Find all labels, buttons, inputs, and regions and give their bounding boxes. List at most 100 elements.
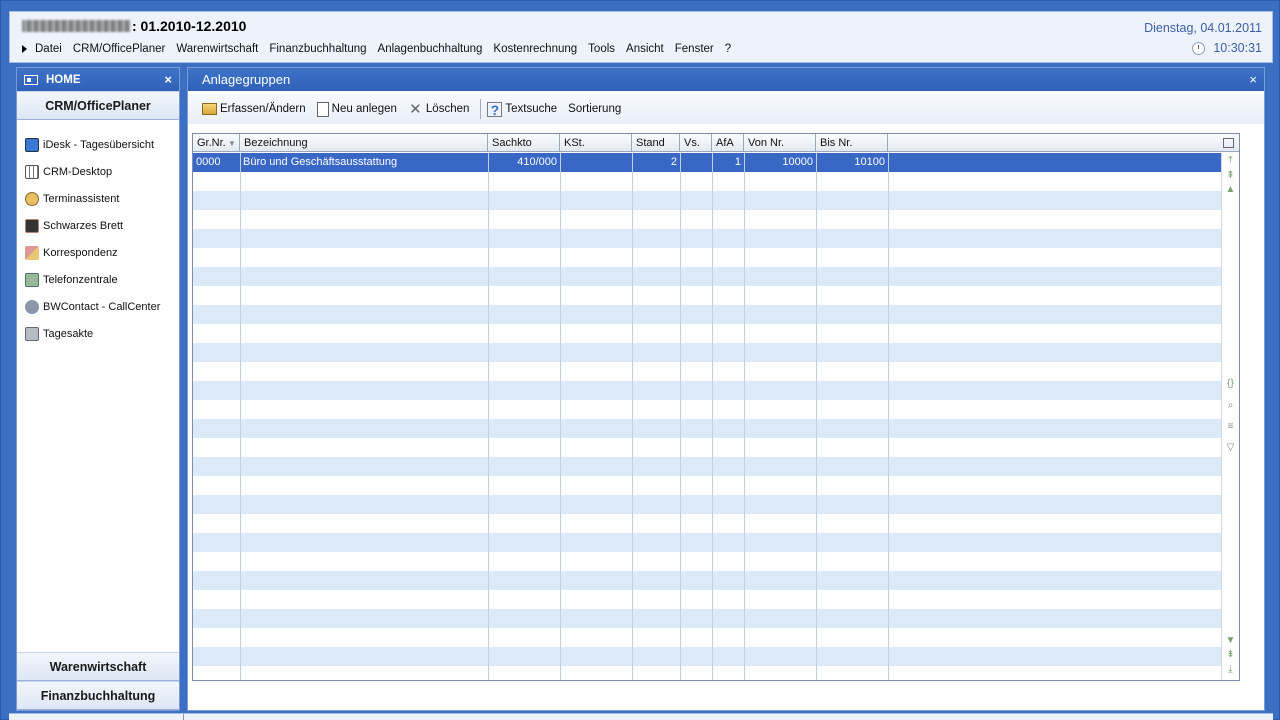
menu-tools[interactable]: Tools: [588, 43, 615, 55]
table-row[interactable]: 0000 Büro und Geschäftsausstattung 410/0…: [193, 153, 1221, 172]
empty-row: [193, 647, 1221, 666]
nav-item-label: Telefonzentrale: [43, 273, 118, 286]
grid-header: Gr.Nr. ▼ Bezeichnung Sachkto KSt. Stand …: [193, 134, 1239, 152]
cell-von-nr: 10000: [782, 156, 813, 168]
empty-row: [193, 381, 1221, 400]
wizard-icon: [25, 191, 39, 206]
xml-icon[interactable]: ≡: [1225, 421, 1236, 432]
help-search-icon: ?: [487, 101, 503, 117]
calendar-icon: [25, 164, 39, 179]
nav-item-schwarzes-brett[interactable]: Schwarzes Brett: [17, 212, 179, 239]
grid-line: [744, 153, 745, 680]
col-bezeichnung[interactable]: Bezeichnung: [240, 134, 488, 152]
empty-row: [193, 495, 1221, 514]
nav-item-terminassistent[interactable]: Terminassistent: [17, 185, 179, 212]
sidebar: HOME × CRM/OfficePlaner iDesk - Tagesübe…: [16, 67, 180, 711]
col-vs[interactable]: Vs.: [680, 134, 712, 152]
sidebar-title: HOME: [46, 73, 81, 86]
col-afa[interactable]: AfA: [712, 134, 744, 152]
col-von-nr[interactable]: Von Nr.: [744, 134, 816, 152]
empty-row: [193, 533, 1221, 552]
clock-icon: [1192, 41, 1206, 55]
edit-button[interactable]: Erfassen/Ändern: [202, 103, 306, 115]
delete-icon: ✕: [409, 100, 422, 118]
empty-row: [193, 305, 1221, 324]
col-grnr[interactable]: Gr.Nr. ▼: [193, 134, 240, 152]
fiscal-period: : 01.2010-12.2010: [132, 18, 247, 34]
sort-button[interactable]: Sortierung: [568, 103, 621, 115]
menu-expand-icon[interactable]: [22, 45, 27, 53]
app-window: : 01.2010-12.2010 Datei CRM/OfficePlaner…: [0, 0, 1280, 720]
nav-item-crm-desktop[interactable]: CRM-Desktop: [17, 158, 179, 185]
empty-row: [193, 229, 1221, 248]
empty-row: [193, 609, 1221, 628]
column-chooser-icon[interactable]: [1221, 134, 1239, 152]
empty-row: [193, 248, 1221, 267]
magnifier-icon[interactable]: ⌕: [1225, 400, 1236, 411]
nav-item-tagesakte[interactable]: Tagesakte: [17, 320, 179, 347]
phone-icon: [25, 272, 39, 287]
grid-line: [560, 153, 561, 680]
section-finanzbuchhaltung[interactable]: Finanzbuchhaltung: [17, 681, 179, 710]
filter-icon[interactable]: ▽: [1225, 442, 1236, 453]
data-grid[interactable]: Gr.Nr. ▼ Bezeichnung Sachkto KSt. Stand …: [192, 133, 1240, 681]
menu-fenster[interactable]: Fenster: [675, 43, 714, 55]
menu-anlagenbuchhaltung[interactable]: Anlagenbuchhaltung: [378, 43, 483, 55]
sidebar-close-icon[interactable]: ×: [164, 72, 172, 87]
sidebar-bottom-sections: Warenwirtschaft Finanzbuchhaltung: [17, 652, 179, 710]
nav-item-label: CRM-Desktop: [43, 165, 113, 178]
bracket-icon[interactable]: {}: [1225, 378, 1236, 389]
menu-kostenrechnung[interactable]: Kostenrechnung: [493, 43, 577, 55]
empty-row: [193, 362, 1221, 381]
menu-bar: Datei CRM/OfficePlaner Warenwirtschaft F…: [22, 43, 742, 55]
main-panel: Anlagegruppen × Erfassen/Ändern Neu anle…: [187, 67, 1265, 711]
nav-item-label: Tagesakte: [43, 327, 94, 340]
toolbar: Erfassen/Ändern Neu anlegen ✕ Löschen ? …: [188, 94, 1264, 124]
panel-close-icon[interactable]: ×: [1249, 72, 1257, 87]
nav-item-bwcontact[interactable]: BWContact - CallCenter: [17, 293, 179, 320]
company-name-blurred: [22, 20, 130, 32]
menu-help[interactable]: ?: [725, 43, 731, 55]
text-search-button[interactable]: ? Textsuche: [487, 101, 557, 117]
col-bis-nr[interactable]: Bis Nr.: [816, 134, 888, 152]
board-icon: [25, 218, 39, 233]
row-up-icon[interactable]: ▲: [1225, 184, 1236, 195]
grid-line: [240, 153, 241, 680]
first-record-icon[interactable]: ⤒: [1225, 155, 1236, 166]
empty-row: [193, 172, 1221, 191]
empty-row: [193, 666, 1221, 680]
row-down-icon[interactable]: ▼: [1225, 635, 1236, 646]
empty-row: [193, 419, 1221, 438]
nav-item-idesk[interactable]: iDesk - Tagesübersicht: [17, 131, 179, 158]
menu-datei[interactable]: Datei: [35, 43, 62, 55]
col-sachkto[interactable]: Sachkto: [488, 134, 560, 152]
last-record-icon[interactable]: ⤓: [1225, 664, 1236, 675]
page-up-icon[interactable]: ⇞: [1225, 170, 1236, 181]
folder-open-icon: [202, 103, 217, 115]
menu-warenwirtschaft[interactable]: Warenwirtschaft: [176, 43, 258, 55]
cell-sachkto: 410/000: [517, 156, 557, 168]
empty-row: [193, 628, 1221, 647]
section-warenwirtschaft[interactable]: Warenwirtschaft: [17, 652, 179, 681]
menu-finanzbuchhaltung[interactable]: Finanzbuchhaltung: [269, 43, 366, 55]
empty-row: [193, 457, 1221, 476]
nav-item-label: Terminassistent: [43, 192, 120, 205]
delete-button[interactable]: ✕ Löschen: [408, 102, 469, 117]
col-kst[interactable]: KSt.: [560, 134, 632, 152]
nav-item-telefonzentrale[interactable]: Telefonzentrale: [17, 266, 179, 293]
nav-item-korrespondenz[interactable]: Korrespondenz: [17, 239, 179, 266]
main-header: Anlagegruppen ×: [188, 68, 1264, 91]
grid-line: [488, 153, 489, 680]
sort-button-label: Sortierung: [568, 103, 622, 115]
empty-row: [193, 210, 1221, 229]
cell-bis-nr: 10100: [854, 156, 885, 168]
empty-row: [193, 267, 1221, 286]
cell-afa: 1: [734, 156, 741, 168]
menu-ansicht[interactable]: Ansicht: [626, 43, 664, 55]
section-crm[interactable]: CRM/OfficePlaner: [17, 91, 179, 120]
col-stand[interactable]: Stand: [632, 134, 680, 152]
page-down-icon[interactable]: ⇟: [1225, 649, 1236, 660]
empty-row: [193, 343, 1221, 362]
new-button[interactable]: Neu anlegen: [316, 101, 397, 117]
menu-crm[interactable]: CRM/OfficePlaner: [73, 43, 165, 55]
